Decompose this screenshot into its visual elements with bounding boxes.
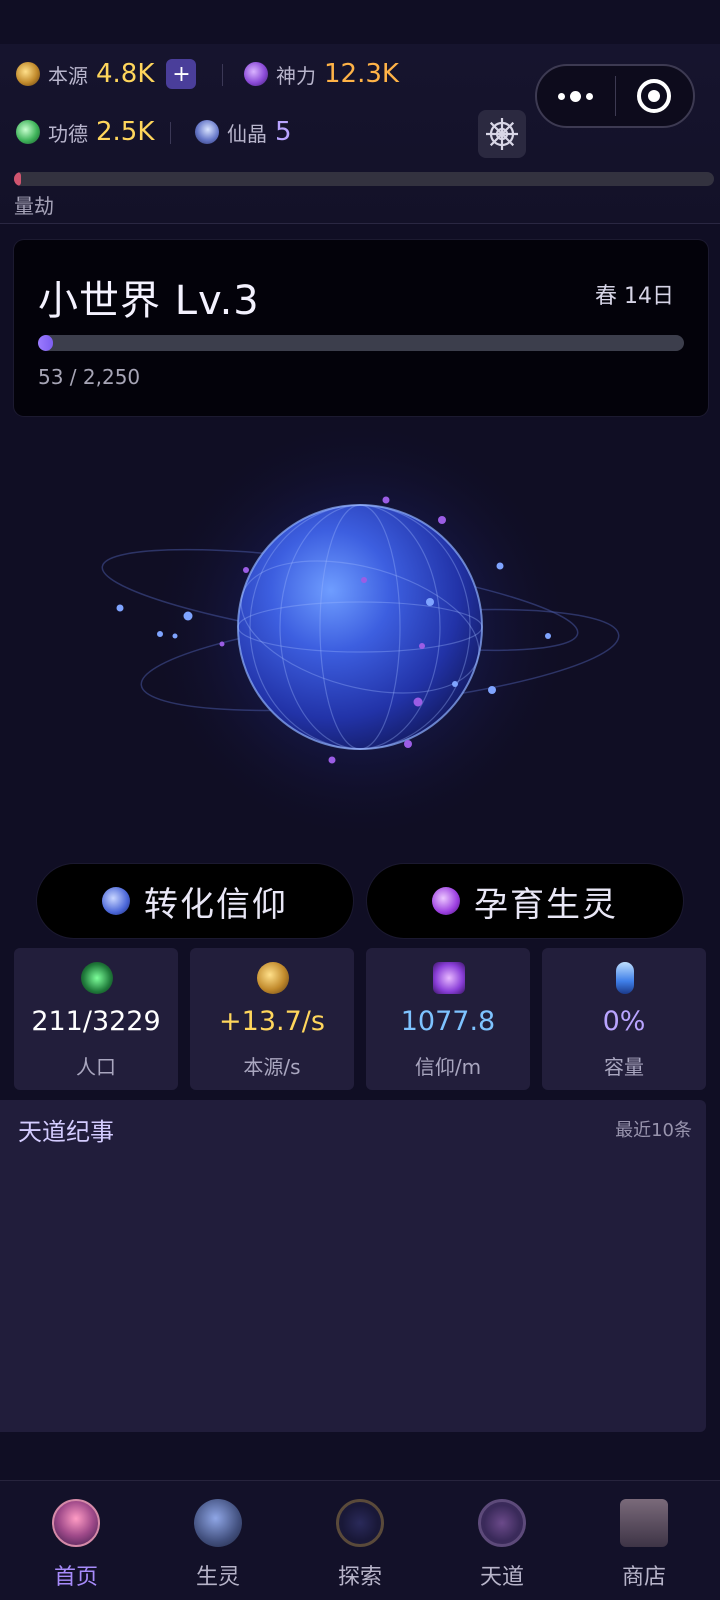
- stat-benyuan-rate: +13.7/s 本源/s: [190, 948, 354, 1090]
- divider: [222, 64, 223, 86]
- resource-gongde: 功德 2.5K: [16, 114, 154, 150]
- compass-icon: [336, 1499, 384, 1547]
- world-card[interactable]: 小世界 Lv.3 春 14日 53 / 2,250: [14, 240, 708, 416]
- bottom-tab-bar: 首页 生灵 探索 天道 商店: [0, 1480, 720, 1600]
- chronicle-subtitle: 最近10条: [615, 1120, 692, 1141]
- world-date: 春 14日: [595, 284, 674, 309]
- catastrophe-progress-bar: [14, 172, 714, 186]
- catastrophe-label: 量劫: [14, 194, 54, 218]
- tab-label: 生灵: [195, 1565, 240, 1590]
- home-screen: 本源 4.8K + 神力 12.3K 功德 2.5K 仙晶 5 量劫 小世界 L…: [0, 0, 720, 1600]
- breed-spirits-label: 孕育生灵: [474, 884, 618, 925]
- catastrophe-progress-fill: [14, 172, 21, 186]
- benyuan-rate-icon: [257, 962, 289, 994]
- home-icon: [52, 1499, 100, 1547]
- xianjing-icon: [190, 115, 224, 149]
- resource-label: 神力: [276, 63, 316, 88]
- more-dots-icon: [586, 92, 594, 100]
- population-icon: [81, 962, 113, 994]
- stat-value: +13.7/s: [219, 1006, 325, 1037]
- world-globe[interactable]: [0, 415, 720, 850]
- breed-spirits-button[interactable]: 孕育生灵: [367, 864, 683, 938]
- resource-shenli: 神力 12.3K: [244, 56, 399, 92]
- world-level-title: 小世界 Lv.3: [38, 278, 260, 324]
- resource-xianjing: 仙晶 5: [190, 114, 292, 150]
- resource-label: 仙晶: [227, 121, 267, 146]
- faith-orb-icon: [102, 887, 130, 915]
- convert-faith-label: 转化信仰: [144, 884, 288, 925]
- stat-value: 1077.8: [400, 1006, 496, 1037]
- stat-capacity: 0% 容量: [542, 948, 706, 1090]
- stat-label: 人口: [76, 1055, 116, 1079]
- miniprogram-capsule: [535, 64, 695, 128]
- tab-creatures[interactable]: 生灵: [146, 1481, 290, 1600]
- tab-label: 商店: [621, 1565, 666, 1590]
- tab-label: 探索: [337, 1565, 382, 1590]
- world-xp-fill: [38, 335, 54, 351]
- spirit-orb-icon: [432, 887, 460, 915]
- treasure-chest-icon: [620, 1499, 668, 1547]
- stat-label: 本源/s: [243, 1055, 301, 1079]
- faith-icon: [433, 962, 465, 994]
- resource-value: 5: [275, 117, 292, 147]
- more-dots-icon: [558, 92, 566, 100]
- more-menu-button[interactable]: [537, 90, 615, 102]
- stat-value: 0%: [602, 1006, 646, 1037]
- taiji-icon: [478, 1499, 526, 1547]
- tab-heavenly-dao[interactable]: 天道: [430, 1481, 574, 1600]
- resource-benyuan: 本源 4.8K +: [16, 56, 197, 92]
- chronicle-panel[interactable]: 天道纪事 最近10条: [0, 1100, 706, 1432]
- settings-button[interactable]: [478, 110, 526, 158]
- stat-label: 容量: [604, 1055, 644, 1079]
- dragon-icon: [194, 1499, 242, 1547]
- capacity-icon: [616, 962, 634, 994]
- convert-faith-button[interactable]: 转化信仰: [37, 864, 353, 938]
- target-icon: [637, 79, 672, 113]
- stat-label: 信仰/m: [414, 1055, 482, 1079]
- tab-label: 天道: [479, 1565, 524, 1590]
- resource-value: 12.3K: [324, 59, 399, 89]
- resource-label: 功德: [48, 121, 88, 146]
- benyuan-icon: [16, 62, 40, 86]
- tab-explore[interactable]: 探索: [288, 1481, 432, 1600]
- chronicle-title: 天道纪事: [18, 1118, 114, 1146]
- globe-illustration: [101, 415, 620, 845]
- gongde-icon: [16, 120, 40, 144]
- tab-label: 首页: [53, 1565, 98, 1590]
- stat-faith: 1077.8 信仰/m: [366, 948, 530, 1090]
- close-miniprogram-button[interactable]: [616, 79, 694, 113]
- resource-value: 4.8K: [96, 59, 155, 89]
- resource-value: 2.5K: [96, 117, 155, 147]
- resource-label: 本源: [48, 63, 88, 88]
- add-benyuan-button[interactable]: +: [166, 59, 197, 89]
- divider: [170, 122, 171, 144]
- gear-icon: [486, 118, 518, 150]
- tab-shop[interactable]: 商店: [572, 1481, 716, 1600]
- stat-value: 211/3229: [31, 1006, 161, 1037]
- world-xp-text: 53 / 2,250: [38, 365, 141, 389]
- world-xp-bar: [38, 335, 684, 351]
- more-dots-icon: [570, 90, 582, 102]
- tab-home[interactable]: 首页: [4, 1481, 148, 1600]
- stat-population: 211/3229 人口: [14, 948, 178, 1090]
- shenli-icon: [244, 62, 268, 86]
